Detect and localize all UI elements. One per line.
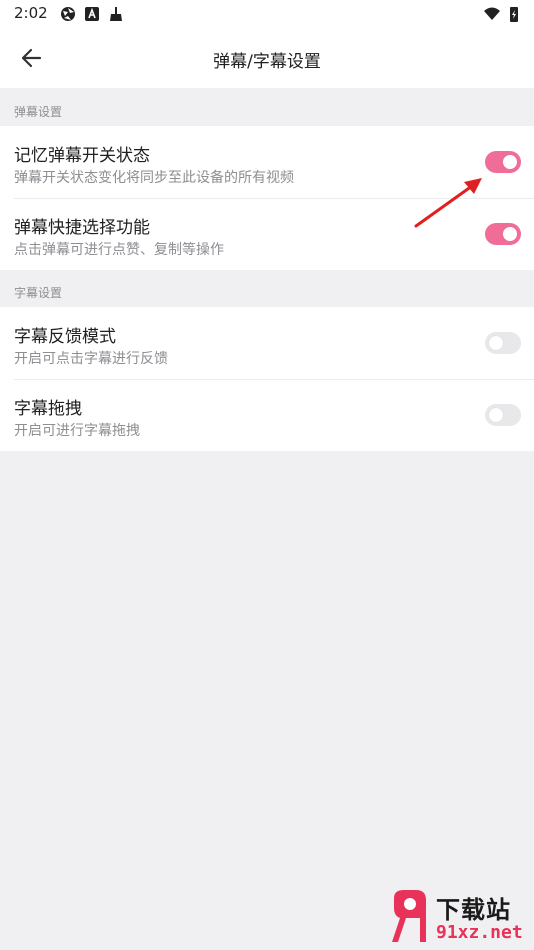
setting-title: 字幕反馈模式 xyxy=(14,327,116,347)
toggle-knob xyxy=(489,408,503,422)
setting-title: 弹幕快捷选择功能 xyxy=(14,218,150,238)
remember-danmaku-toggle[interactable] xyxy=(485,151,521,173)
subtitle-feedback-toggle[interactable] xyxy=(485,332,521,354)
broom-icon xyxy=(108,6,124,22)
app-bar: 弹幕/字幕设置 xyxy=(0,28,534,88)
status-time: 2:02 xyxy=(14,4,48,22)
battery-charging-icon xyxy=(506,6,522,22)
toggle-knob xyxy=(489,336,503,350)
font-a-icon xyxy=(84,6,100,22)
watermark: 下载站 91xz.net xyxy=(384,886,534,950)
setting-title: 记忆弹幕开关状态 xyxy=(14,146,150,166)
section-header-danmaku: 弹幕设置 xyxy=(14,105,63,119)
subtitle-settings-card: 字幕反馈模式 开启可点击字幕进行反馈 字幕拖拽 开启可进行字幕拖拽 xyxy=(0,307,534,451)
setting-subtitle: 弹幕开关状态变化将同步至此设备的所有视频 xyxy=(14,170,294,186)
setting-title: 字幕拖拽 xyxy=(14,399,82,419)
setting-row-subtitle-drag[interactable]: 字幕拖拽 开启可进行字幕拖拽 xyxy=(0,379,534,451)
watermark-domain: 91xz.net xyxy=(436,922,523,943)
quick-select-toggle[interactable] xyxy=(485,223,521,245)
toggle-knob xyxy=(503,227,517,241)
subtitle-drag-toggle[interactable] xyxy=(485,404,521,426)
annotation-arrow-icon xyxy=(414,178,482,228)
section-header-subtitle: 字幕设置 xyxy=(14,286,63,300)
aperture-icon xyxy=(60,6,76,22)
setting-subtitle: 开启可点击字幕进行反馈 xyxy=(14,351,168,367)
setting-subtitle: 开启可进行字幕拖拽 xyxy=(14,423,140,439)
setting-row-subtitle-feedback[interactable]: 字幕反馈模式 开启可点击字幕进行反馈 xyxy=(0,307,534,379)
watermark-title: 下载站 xyxy=(436,896,511,924)
status-bar: 2:02 xyxy=(0,0,534,28)
toggle-knob xyxy=(503,155,517,169)
setting-subtitle: 点击弹幕可进行点赞、复制等操作 xyxy=(14,242,224,258)
watermark-logo-icon xyxy=(392,890,426,942)
page-title: 弹幕/字幕设置 xyxy=(213,52,321,72)
wifi-icon xyxy=(484,6,500,22)
